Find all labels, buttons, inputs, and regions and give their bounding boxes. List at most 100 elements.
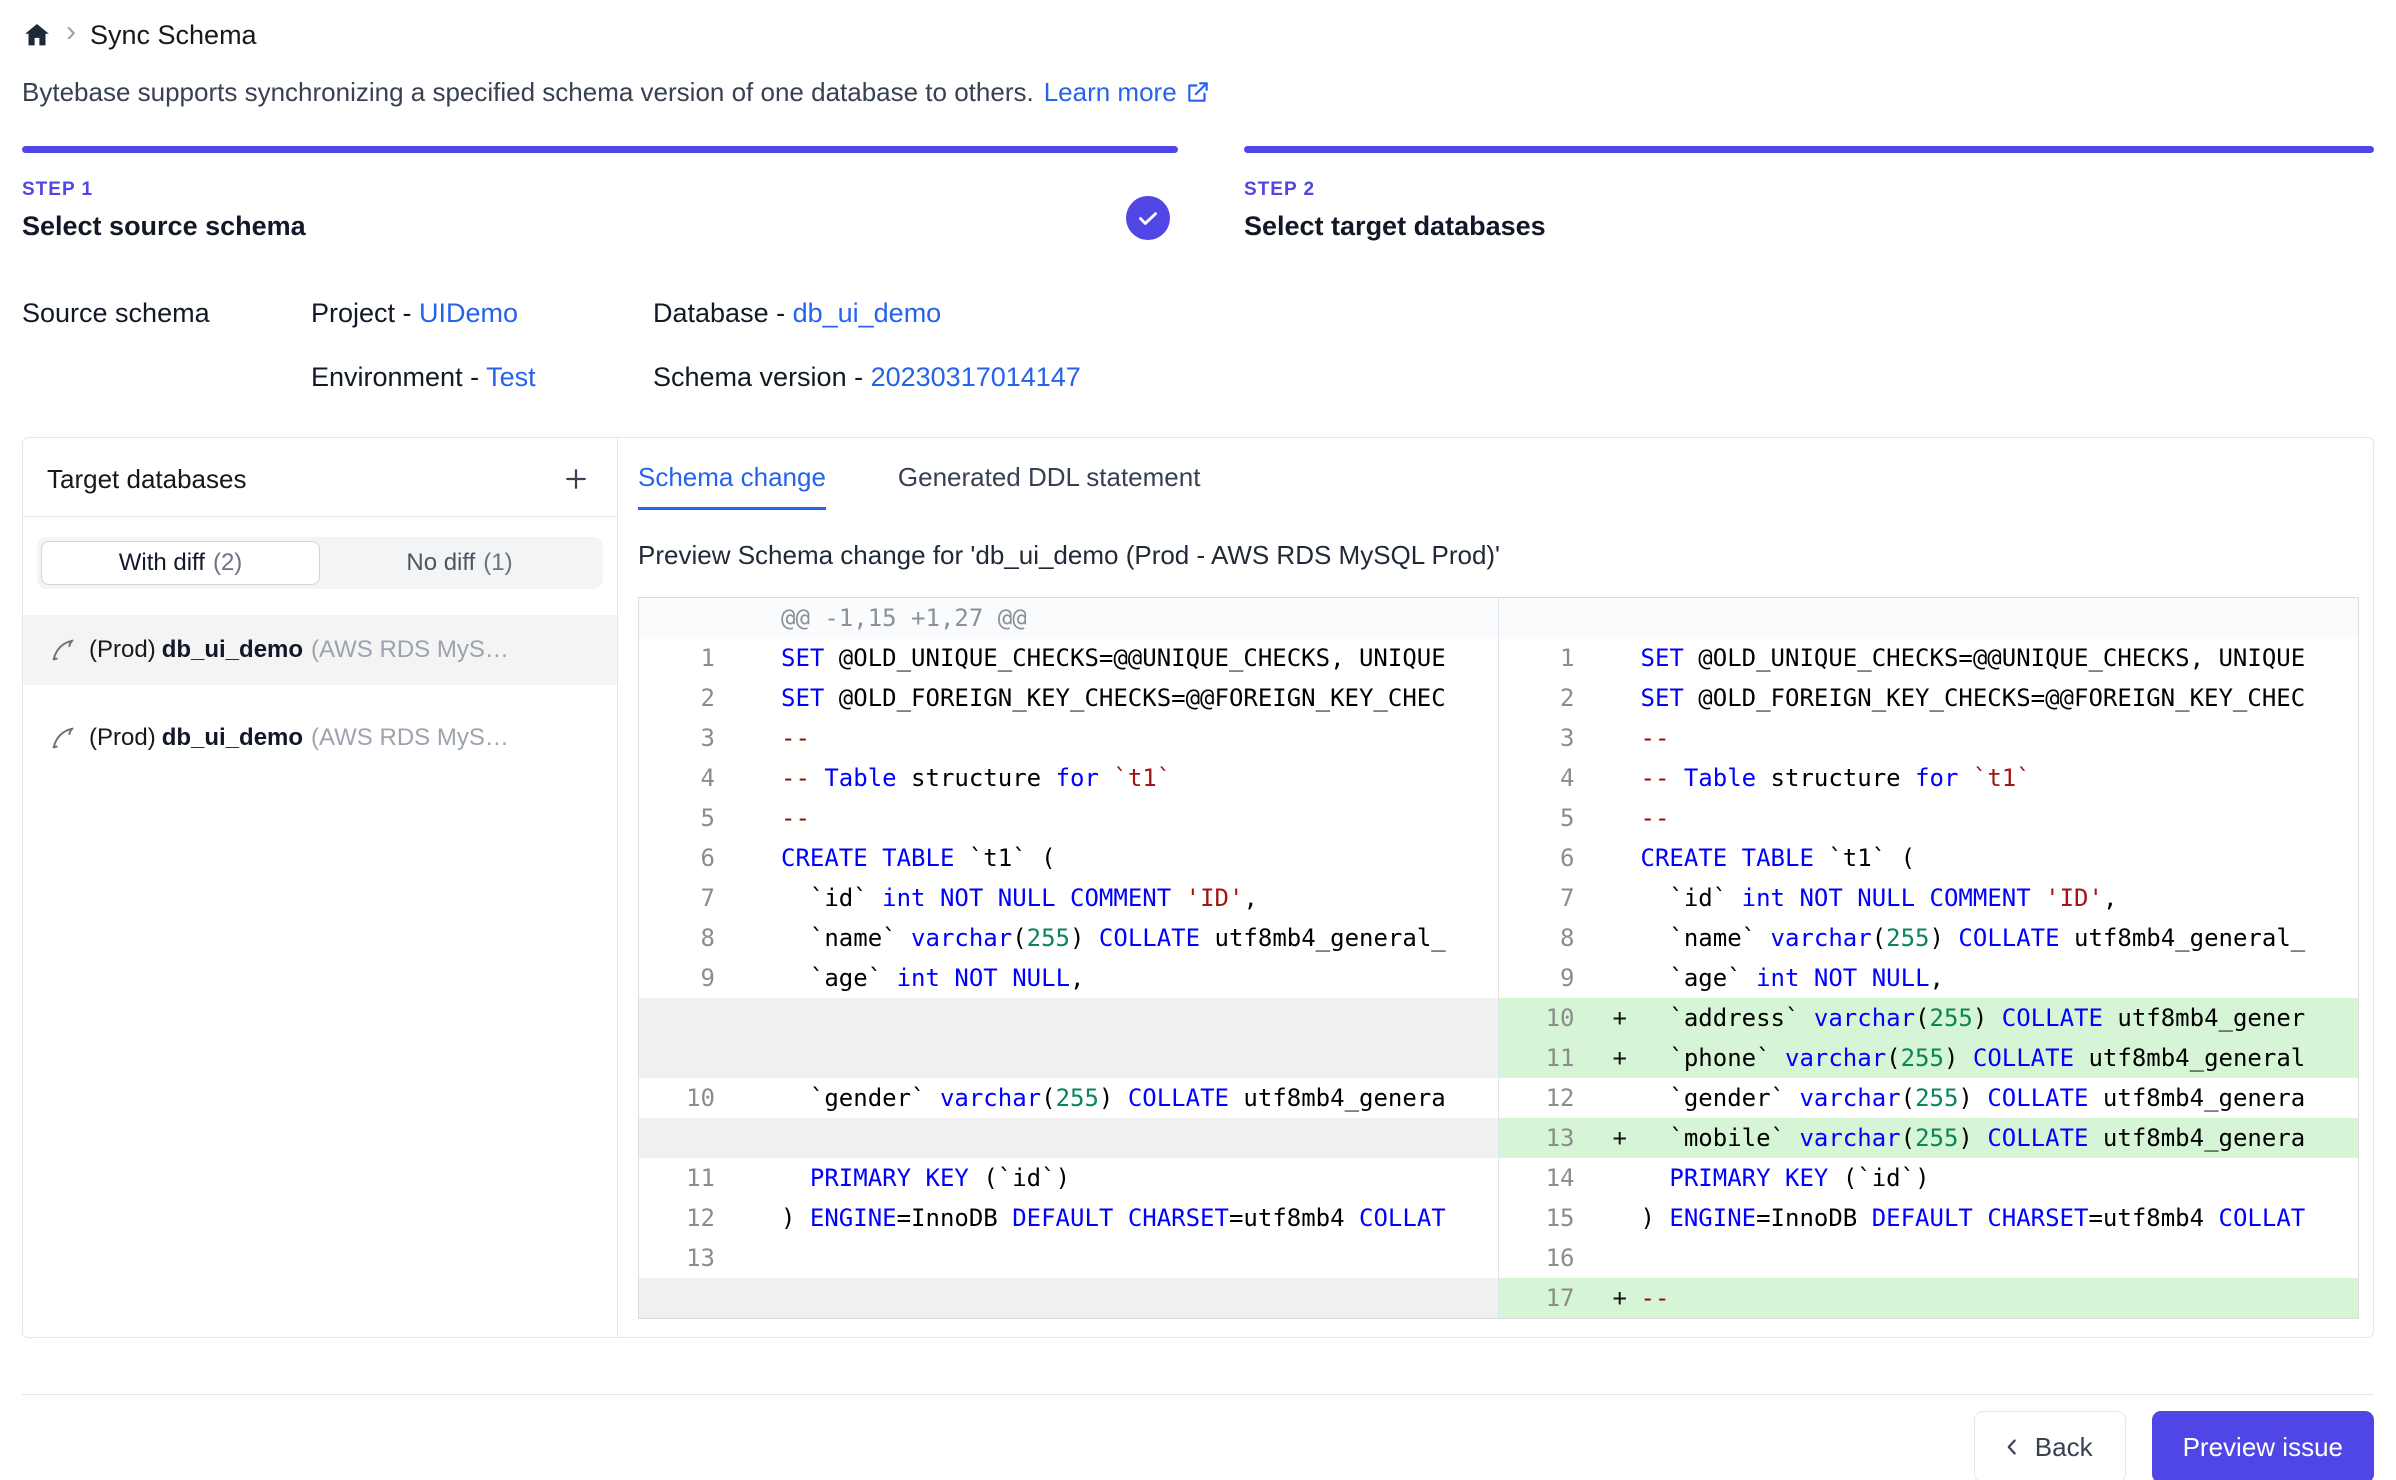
tab-no-diff[interactable]: No diff (1) bbox=[320, 541, 599, 585]
diff-marker bbox=[739, 838, 781, 878]
line-number: 7 bbox=[639, 878, 739, 918]
diff-row: 1 SET @OLD_UNIQUE_CHECKS=@@UNIQUE_CHECKS,… bbox=[639, 638, 2358, 678]
diff-filter-tabs: With diff (2) No diff (1) bbox=[37, 537, 603, 589]
code-line: CREATE TABLE `t1` ( bbox=[1641, 838, 2359, 878]
diff-marker bbox=[739, 598, 781, 638]
back-button[interactable]: Back bbox=[1974, 1411, 2126, 1480]
diff-marker bbox=[1599, 878, 1641, 918]
schema-version-link[interactable]: 20230317014147 bbox=[871, 362, 1081, 392]
db-instance-suffix: (AWS RDS MyS… bbox=[311, 636, 509, 664]
line-number: 1 bbox=[639, 638, 739, 678]
diff-filler bbox=[639, 1038, 1499, 1078]
diff-marker bbox=[1599, 1238, 1641, 1278]
diff-marker bbox=[739, 718, 781, 758]
line-number bbox=[639, 598, 739, 638]
code-line: `gender` varchar(255) COLLATE utf8mb4_ge… bbox=[781, 1078, 1498, 1118]
tab-with-diff[interactable]: With diff (2) bbox=[41, 541, 320, 585]
target-db-row[interactable]: (Prod) db_ui_demo (AWS RDS MyS… bbox=[23, 615, 617, 685]
diff-filler bbox=[639, 1278, 1499, 1318]
database-link[interactable]: db_ui_demo bbox=[793, 298, 942, 328]
project-link[interactable]: UIDemo bbox=[419, 298, 518, 328]
diff-marker bbox=[739, 1158, 781, 1198]
description-text: Bytebase supports synchronizing a specif… bbox=[22, 74, 1034, 110]
line-number: 9 bbox=[639, 958, 739, 998]
line-number: 4 bbox=[639, 758, 739, 798]
source-schema-label: Source schema bbox=[22, 293, 311, 333]
code-line: -- Table structure for `t1` bbox=[1641, 758, 2359, 798]
code-line: SET @OLD_UNIQUE_CHECKS=@@UNIQUE_CHECKS, … bbox=[1641, 638, 2359, 678]
target-databases-panel: Target databases With diff (2) No diff (… bbox=[23, 438, 618, 1337]
diff-filler bbox=[639, 1118, 1499, 1158]
source-schema-version-field: Schema version - 20230317014147 bbox=[653, 357, 1081, 397]
line-number: 5 bbox=[639, 798, 739, 838]
code-line: ) ENGINE=InnoDB DEFAULT CHARSET=utf8mb4 … bbox=[781, 1198, 1498, 1238]
db-name: db_ui_demo bbox=[162, 724, 303, 752]
diff-row: 2SET @OLD_FOREIGN_KEY_CHECKS=@@FOREIGN_K… bbox=[639, 678, 2358, 718]
chevron-left-icon bbox=[1999, 1434, 2025, 1460]
diff-marker: + bbox=[1599, 998, 1641, 1038]
line-number: 10 bbox=[639, 1078, 739, 1118]
step-1-progress-bar bbox=[22, 146, 1178, 153]
diff-marker bbox=[739, 1198, 781, 1238]
code-line: `mobile` varchar(255) COLLATE utf8mb4_ge… bbox=[1641, 1118, 2359, 1158]
code-line: -- bbox=[1641, 718, 2359, 758]
diff-marker bbox=[1599, 958, 1641, 998]
no-diff-count: (1) bbox=[483, 549, 512, 577]
step-2: STEP 2 Select target databases bbox=[1244, 146, 2374, 245]
diff-marker bbox=[739, 1238, 781, 1278]
step-1: STEP 1 Select source schema bbox=[22, 146, 1178, 245]
line-number: 13 bbox=[1499, 1118, 1599, 1158]
footer-divider bbox=[22, 1394, 2374, 1395]
line-number: 1 bbox=[1499, 638, 1599, 678]
diff-marker: + bbox=[1599, 1118, 1641, 1158]
footer-actions: Back Preview issue bbox=[22, 1411, 2374, 1480]
line-number: 12 bbox=[1499, 1078, 1599, 1118]
step-2-label: STEP 2 bbox=[1244, 179, 2374, 201]
target-databases-header: Target databases bbox=[23, 438, 617, 517]
with-diff-count: (2) bbox=[213, 549, 242, 577]
line-number: 7 bbox=[1499, 878, 1599, 918]
diff-row: 10+ `address` varchar(255) COLLATE utf8m… bbox=[639, 998, 2358, 1038]
home-icon[interactable] bbox=[22, 20, 52, 50]
diff-marker bbox=[1599, 598, 1641, 638]
preview-title: Preview Schema change for 'db_ui_demo (P… bbox=[638, 540, 2359, 571]
step-1-label: STEP 1 bbox=[22, 179, 1178, 201]
diff-row: 7 `id` int NOT NULL COMMENT 'ID',7 `id` … bbox=[639, 878, 2358, 918]
code-line: PRIMARY KEY (`id`) bbox=[781, 1158, 1498, 1198]
target-db-list: (Prod) db_ui_demo (AWS RDS MyS… (Prod) d… bbox=[23, 615, 617, 773]
line-number bbox=[1499, 598, 1599, 638]
code-line: ) ENGINE=InnoDB DEFAULT CHARSET=utf8mb4 … bbox=[1641, 1198, 2359, 1238]
diff-row: 12) ENGINE=InnoDB DEFAULT CHARSET=utf8mb… bbox=[639, 1198, 2358, 1238]
diff-marker bbox=[1599, 838, 1641, 878]
code-line: `gender` varchar(255) COLLATE utf8mb4_ge… bbox=[1641, 1078, 2359, 1118]
code-line bbox=[1641, 598, 2359, 638]
diff-editor[interactable]: @@ -1,15 +1,27 @@1 SET @OLD_UNIQUE_CHECKS… bbox=[638, 597, 2359, 1319]
code-line: -- bbox=[1641, 1278, 2359, 1318]
add-target-database-button[interactable] bbox=[555, 458, 597, 500]
diff-row: 3--3-- bbox=[639, 718, 2358, 758]
tab-schema-change[interactable]: Schema change bbox=[638, 462, 826, 510]
code-line: `id` int NOT NULL COMMENT 'ID', bbox=[1641, 878, 2359, 918]
diff-marker bbox=[739, 678, 781, 718]
code-line: CREATE TABLE `t1` ( bbox=[781, 838, 1498, 878]
diff-marker bbox=[739, 758, 781, 798]
code-line: `phone` varchar(255) COLLATE utf8mb4_gen… bbox=[1641, 1038, 2359, 1078]
diff-row: 10 `gender` varchar(255) COLLATE utf8mb4… bbox=[639, 1078, 2358, 1118]
environment-link[interactable]: Test bbox=[486, 362, 536, 392]
plus-icon bbox=[561, 464, 591, 494]
learn-more-link[interactable]: Learn more bbox=[1044, 74, 1211, 110]
source-project-field: Project - UIDemo bbox=[311, 293, 653, 333]
code-line bbox=[781, 1238, 1498, 1278]
target-db-row[interactable]: (Prod) db_ui_demo (AWS RDS MyS… bbox=[23, 703, 617, 773]
tab-generated-ddl[interactable]: Generated DDL statement bbox=[898, 462, 1201, 510]
diff-marker: + bbox=[1599, 1038, 1641, 1078]
steps: STEP 1 Select source schema STEP 2 Selec… bbox=[22, 146, 2374, 245]
source-schema-section: Source schema Project - UIDemo Database … bbox=[22, 293, 2374, 397]
diff-row: 17+-- bbox=[639, 1278, 2358, 1318]
preview-issue-button[interactable]: Preview issue bbox=[2152, 1411, 2374, 1480]
line-number: 16 bbox=[1499, 1238, 1599, 1278]
db-environment: (Prod) bbox=[89, 724, 156, 752]
diff-row: 8 `name` varchar(255) COLLATE utf8mb4_ge… bbox=[639, 918, 2358, 958]
diff-hunk-header: @@ -1,15 +1,27 @@ bbox=[639, 598, 2358, 638]
diff-marker bbox=[1599, 678, 1641, 718]
